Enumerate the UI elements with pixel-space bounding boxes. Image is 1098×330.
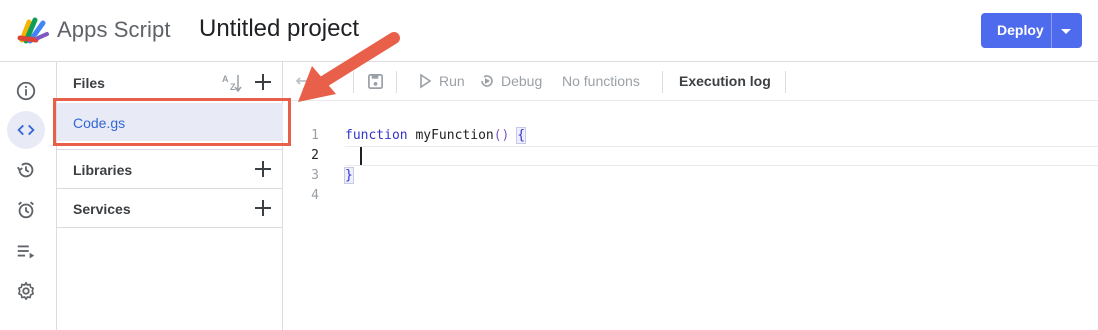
executions-icon	[17, 245, 35, 259]
line-number: 2	[311, 148, 319, 163]
rail-item-overview[interactable]	[7, 72, 45, 110]
code-editor[interactable]: 1 function myFunction() { 2 3 } 4	[283, 101, 1098, 330]
top-app-bar: Apps Script Untitled project Deploy	[0, 0, 1098, 62]
text-cursor	[360, 147, 362, 165]
debug-button[interactable]: Debug	[479, 73, 542, 89]
rail-item-triggers[interactable]	[7, 191, 45, 229]
info-icon	[16, 81, 36, 101]
deploy-button[interactable]: Deploy	[981, 13, 1082, 48]
execution-log-label: Execution log	[679, 73, 771, 89]
line-number: 3	[311, 168, 319, 183]
rail-item-editor[interactable]	[7, 111, 45, 149]
line-number: 1	[311, 128, 319, 143]
line-number: 4	[311, 188, 319, 203]
alarm-icon	[18, 201, 34, 219]
libraries-row: Libraries	[57, 150, 283, 189]
line-code: }	[344, 167, 354, 184]
code-line[interactable]: 4	[283, 186, 1098, 206]
add-file-icon[interactable]	[253, 72, 273, 92]
play-icon	[420, 73, 432, 89]
left-navigation-rail	[0, 62, 57, 330]
annotation-highlight-box	[53, 98, 291, 146]
deploy-button-divider	[1051, 13, 1052, 48]
libraries-label: Libraries	[73, 162, 133, 178]
divider	[57, 227, 283, 228]
settings-icon	[18, 281, 34, 301]
debug-icon	[481, 75, 493, 87]
debug-label: Debug	[501, 73, 543, 89]
run-button[interactable]: Run	[417, 73, 465, 89]
function-select[interactable]: No functions	[562, 73, 640, 89]
rail-item-project-history[interactable]	[7, 151, 45, 189]
add-library-icon[interactable]	[253, 159, 273, 179]
toolbar-separator	[662, 71, 663, 93]
sort-az-icon[interactable]: A Z	[221, 72, 243, 94]
history-icon	[16, 162, 34, 178]
apps-script-logo-icon[interactable]	[16, 14, 50, 46]
svg-text:A: A	[222, 74, 229, 84]
toolbar-separator	[785, 71, 786, 93]
line-code: function myFunction() {	[345, 127, 527, 144]
files-header: Files A Z	[57, 63, 283, 102]
function-select-value: No functions	[562, 73, 640, 89]
code-line[interactable]: 2	[283, 146, 1098, 166]
add-service-icon[interactable]	[253, 198, 273, 218]
dropdown-caret-icon[interactable]	[1057, 22, 1075, 40]
rail-item-executions[interactable]	[7, 232, 45, 270]
files-label: Files	[73, 75, 105, 91]
services-row: Services	[57, 189, 283, 228]
services-label: Services	[73, 201, 131, 217]
code-icon	[17, 124, 35, 136]
code-line[interactable]: 3 }	[283, 166, 1098, 186]
annotation-arrow-icon	[298, 32, 400, 102]
rail-item-settings[interactable]	[7, 272, 45, 310]
deploy-button-label: Deploy	[997, 22, 1044, 38]
code-line[interactable]: 1 function myFunction() {	[283, 126, 1098, 146]
run-label: Run	[439, 73, 465, 89]
app-name: Apps Script	[57, 17, 171, 42]
execution-log-button[interactable]: Execution log	[679, 73, 771, 89]
